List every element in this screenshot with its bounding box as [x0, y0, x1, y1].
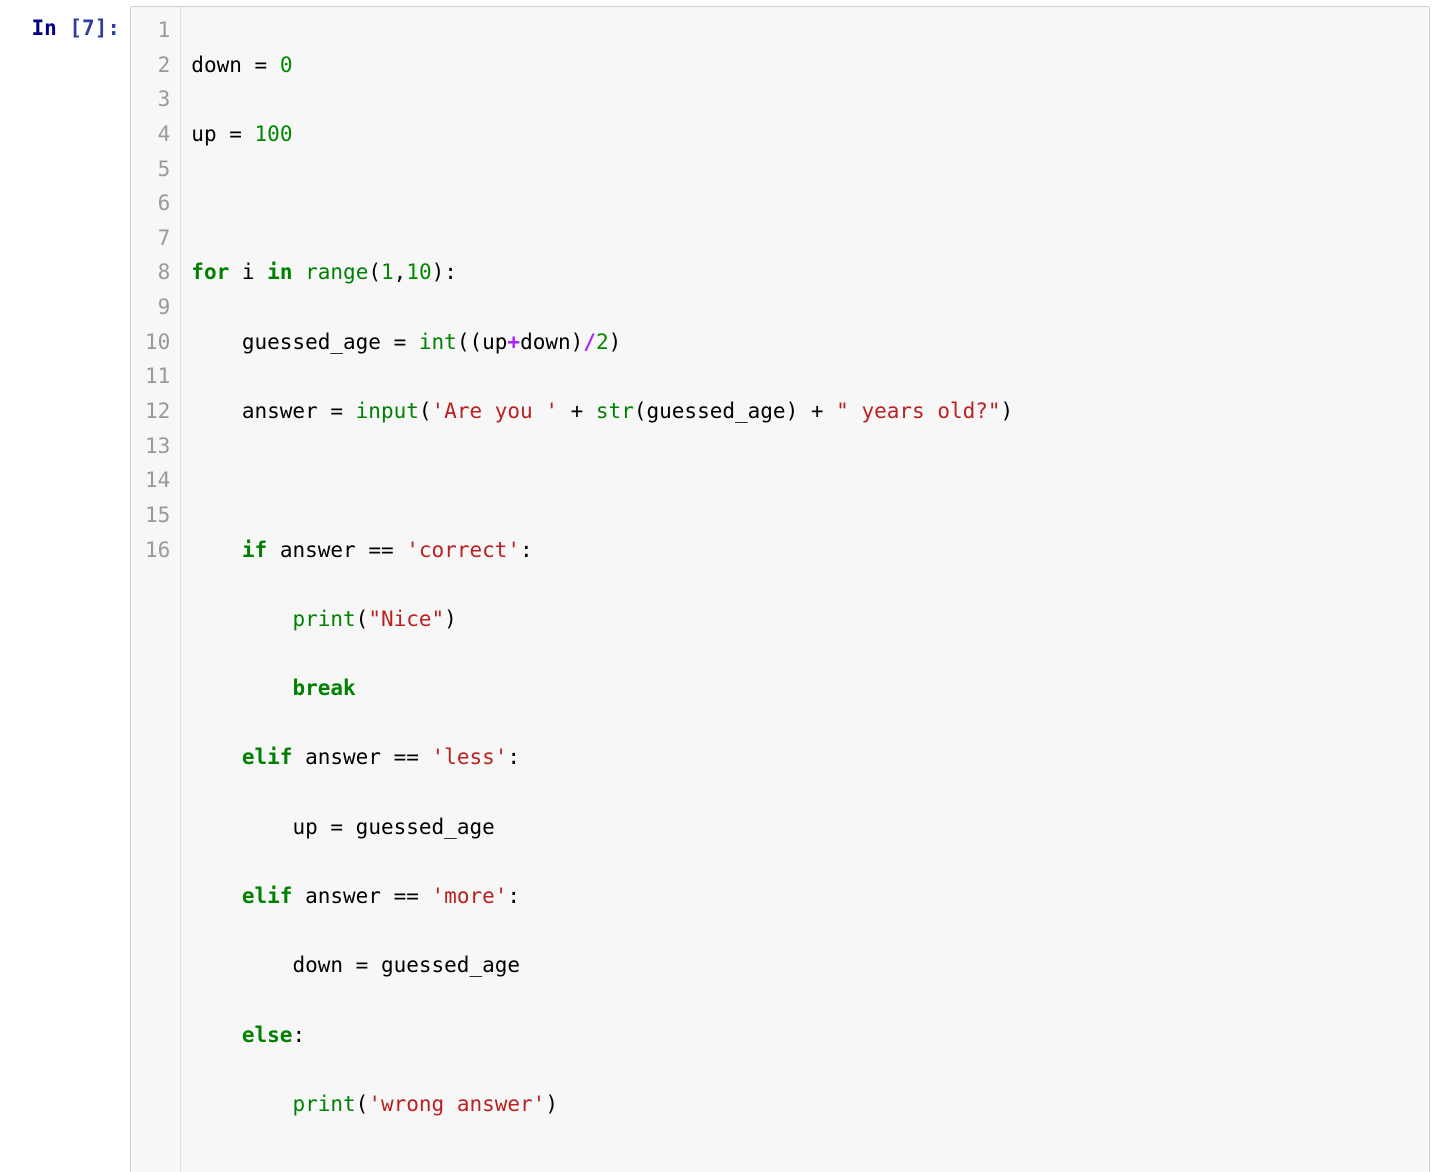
prompt-num: 7	[82, 16, 95, 40]
code-line[interactable]: up = guessed_age	[191, 810, 1415, 845]
code-line[interactable]	[191, 186, 1415, 221]
input-prompt: In [7]:	[10, 6, 130, 46]
code-line[interactable]: print("Nice")	[191, 602, 1415, 637]
code-line[interactable]: down = 0	[191, 48, 1415, 83]
code-line[interactable]: down = guessed_age	[191, 948, 1415, 983]
code-line[interactable]: elif answer == 'more':	[191, 879, 1415, 914]
line-number: 3	[145, 82, 170, 117]
line-number: 14	[145, 463, 170, 498]
code-line[interactable]: elif answer == 'less':	[191, 740, 1415, 775]
prompt-open: [	[57, 16, 82, 40]
code-input-area[interactable]: 1 2 3 4 5 6 7 8 9 10 11 12 13 14 15 16 d…	[130, 6, 1430, 1172]
line-number: 15	[145, 498, 170, 533]
prompt-close: ]:	[95, 16, 120, 40]
code-line[interactable]: if answer == 'correct':	[191, 533, 1415, 568]
code-line[interactable]: print('wrong answer')	[191, 1087, 1415, 1122]
line-number: 10	[145, 325, 170, 360]
line-number: 9	[145, 290, 170, 325]
code-editor[interactable]: down = 0 up = 100 for i in range(1,10): …	[181, 7, 1429, 1172]
line-number: 13	[145, 429, 170, 464]
prompt-prefix: In	[31, 16, 56, 40]
line-number: 16	[145, 533, 170, 568]
code-line[interactable]: else:	[191, 1018, 1415, 1053]
line-number: 8	[145, 255, 170, 290]
line-number: 12	[145, 394, 170, 429]
code-line[interactable]: answer = input('Are you ' + str(guessed_…	[191, 394, 1415, 429]
line-number: 5	[145, 152, 170, 187]
line-number: 1	[145, 13, 170, 48]
line-number-gutter: 1 2 3 4 5 6 7 8 9 10 11 12 13 14 15 16	[131, 7, 181, 1172]
notebook-cell: In [7]: 1 2 3 4 5 6 7 8 9 10 11 12 13 14…	[0, 0, 1440, 1172]
code-line[interactable]	[191, 463, 1415, 498]
code-line[interactable]: break	[191, 671, 1415, 706]
line-number: 11	[145, 359, 170, 394]
line-number: 7	[145, 221, 170, 256]
code-line[interactable]: up = 100	[191, 117, 1415, 152]
code-line[interactable]: guessed_age = int((up+down)/2)	[191, 325, 1415, 360]
line-number: 2	[145, 48, 170, 83]
code-line[interactable]: for i in range(1,10):	[191, 255, 1415, 290]
line-number: 6	[145, 186, 170, 221]
line-number: 4	[145, 117, 170, 152]
